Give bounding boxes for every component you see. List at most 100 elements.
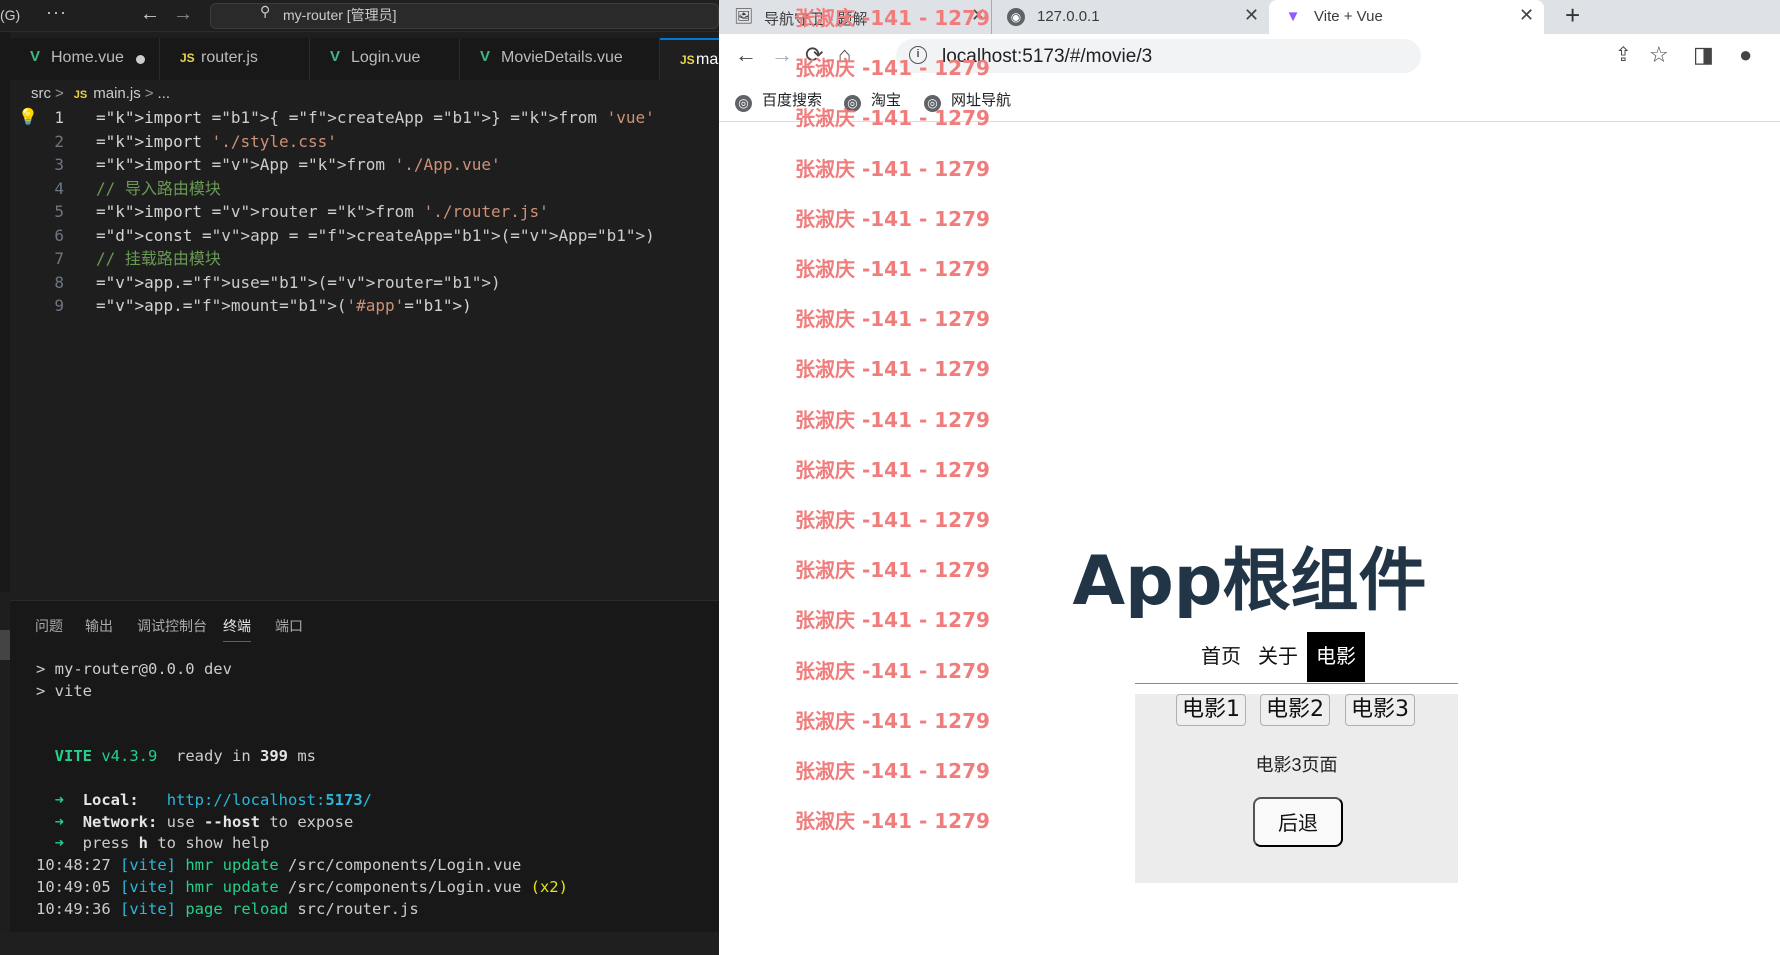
command-center-label: my-router [管理员] (283, 7, 397, 23)
line-number: 2 (54, 131, 64, 151)
terminal-line: VITE v4.3.9 ready in 399 ms (54, 747, 316, 766)
line-number: 7 (54, 249, 64, 268)
tab-main-js[interactable]: JS ma (660, 38, 719, 80)
terminal-line: ➜ Local: http://localhost:5173/ (54, 790, 372, 809)
js-file-icon: JS (73, 89, 88, 101)
movie-1-button[interactable]: 电影1 (1176, 694, 1246, 726)
editor-tabs: V Home.vue JS router.js V Login.vue V Mo… (10, 38, 719, 80)
tab-login-vue[interactable]: V Login.vue (310, 38, 460, 80)
watermark-text: 张淑庆 -141 - 1279 (795, 206, 990, 231)
movie-2-button[interactable]: 电影2 (1260, 694, 1330, 726)
code-line[interactable]: 2 ="k">import './style.css' (0, 130, 719, 154)
watermark-text: 张淑庆 -141 - 1279 (795, 708, 990, 733)
code-text: ="k">import ="b1">{ ="f">createApp ="b1"… (96, 108, 655, 127)
close-icon[interactable]: ✕ (1519, 5, 1534, 26)
line-number: 5 (54, 202, 64, 221)
back-arrow-icon[interactable]: ← (735, 42, 757, 68)
tab-router-js[interactable]: JS router.js (160, 38, 310, 80)
unsaved-dot-icon[interactable] (136, 55, 145, 64)
watermark-text: 张淑庆 -141 - 1279 (795, 658, 990, 683)
panel-sash[interactable] (0, 630, 10, 660)
terminal-output[interactable]: > my-router@0.0.0 dev > vite VITE v4.3.9 … (36, 659, 568, 921)
tab-label: ma (696, 51, 719, 68)
panel-tab-ports[interactable]: 端口 (275, 616, 303, 636)
code-line[interactable]: 9 ="v">app.="f">mount="b1">('#app'="b1">) (0, 294, 719, 318)
web-page: 张淑庆 -141 - 1279 张淑庆 -141 - 1279 张淑庆 -141 -… (719, 6, 1780, 955)
chevron-right-icon: > (144, 85, 154, 102)
more-menu-icon[interactable]: ··· (46, 2, 67, 23)
terminal-line: 10:48:27 [vite] hmr update /src/componen… (36, 856, 522, 875)
watermark-text: 张淑庆 -141 - 1279 (795, 56, 990, 81)
js-file-icon: JS (180, 51, 195, 65)
status-bar (0, 932, 719, 955)
breadcrumb-symbol[interactable]: ... (158, 85, 171, 102)
movie-3-button[interactable]: 电影3 (1345, 694, 1415, 726)
vue-file-icon: V (480, 48, 491, 65)
close-icon[interactable]: ✕ (1244, 5, 1259, 26)
code-line[interactable]: 8 ="v">app.="f">use="b1">(="v">router="b1… (0, 271, 719, 295)
code-line[interactable]: 1 ="k">import ="b1">{ ="f">createApp ="b1… (0, 106, 719, 130)
code-text: ="k">import './style.css' (96, 131, 337, 151)
tab-label: MovieDetails.vue (501, 49, 623, 66)
tab-home-vue[interactable]: V Home.vue (10, 38, 160, 80)
browser-window: 🖼 导航守卫 - 题解 ✕ ◉ 127.0.0.1 ✕ ▼ Vite + Vue… (719, 0, 1780, 955)
new-tab-plus-icon[interactable]: + (1565, 0, 1580, 31)
forward-arrow-icon[interactable]: → (173, 3, 193, 26)
browser-tab-vite-vue[interactable]: ▼ Vite + Vue ✕ (1269, 0, 1544, 34)
puzzle-favicon: 🖼 (734, 8, 754, 25)
nav-link-movie[interactable]: 电影 (1307, 632, 1365, 682)
panel-tab-terminal[interactable]: 终端 (223, 616, 251, 642)
side-panel-icon[interactable]: ◨ (1693, 42, 1714, 68)
bookmark-star-icon[interactable]: ☆ (1649, 42, 1669, 68)
watermark-text: 张淑庆 -141 - 1279 (795, 357, 990, 382)
menu-go[interactable]: (G) (0, 7, 20, 23)
watermark-text: 张淑庆 -141 - 1279 (795, 257, 990, 281)
code-line[interactable]: 7 // 挂载路由模块 (0, 247, 719, 271)
panel-tab-output[interactable]: 输出 (85, 616, 113, 636)
breadcrumb: src > JS main.js >... (31, 85, 170, 102)
code-line[interactable]: 5 ="k">import ="v">router ="k">from './ro… (0, 200, 719, 224)
tab-label: Login.vue (351, 49, 421, 66)
panel-tab-debug-console[interactable]: 调试控制台 (137, 616, 207, 636)
code-editor[interactable]: 1 ="k">import ="b1">{ ="f">createApp ="b1… (0, 106, 719, 318)
breadcrumb-folder[interactable]: src (31, 85, 51, 102)
terminal-line: 10:49:36 [vite] page reload src/router.j… (36, 899, 419, 918)
watermark-text: 张淑庆 -141 - 1279 (795, 809, 990, 834)
line-number: 4 (54, 178, 64, 198)
watermark-text: 张淑庆 -141 - 1279 (795, 407, 990, 432)
watermark-text: 张淑庆 -141 - 1279 (795, 156, 990, 181)
tab-label: router.js (201, 49, 258, 66)
watermark-text: 张淑庆 -141 - 1279 (795, 307, 990, 332)
browser-tab-title: Vite + Vue (1314, 8, 1383, 25)
forward-arrow-icon[interactable]: → (771, 42, 793, 68)
share-icon[interactable]: ⇪ (1615, 42, 1632, 67)
breadcrumb-file[interactable]: main.js (93, 85, 141, 102)
movie-page-text: 电影3页面 (1255, 755, 1338, 775)
panel-tab-problems[interactable]: 问题 (35, 616, 63, 636)
line-number: 8 (54, 272, 64, 292)
code-text: // 导入路由模块 (96, 178, 221, 198)
line-number: 6 (54, 225, 64, 245)
code-text: ="v">app.="f">mount="b1">('#app'="b1">) (96, 296, 472, 315)
vscode-window: (G) ··· ← → ⚲ my-router [管理员] V Home.vue… (0, 0, 719, 955)
page-title: App根组件 (1072, 542, 1427, 621)
js-file-icon: JS (680, 53, 695, 67)
watermark-text: 张淑庆 -141 - 1279 (795, 106, 990, 131)
browser-tab-title: 127.0.0.1 (1037, 8, 1100, 25)
profile-avatar-icon[interactable]: ● (1739, 42, 1752, 68)
watermark-text: 张淑庆 -141 - 1279 (795, 457, 990, 482)
back-arrow-icon[interactable]: ← (140, 3, 160, 26)
code-line[interactable]: 4 // 导入路由模块 (0, 177, 719, 201)
code-line[interactable]: 6 ="d">const ="v">app = ="f">createApp="b… (0, 224, 719, 248)
back-button[interactable]: 后退 (1253, 797, 1343, 847)
nav-link-about[interactable]: 关于 (1250, 632, 1306, 682)
tab-moviedetails-vue[interactable]: V MovieDetails.vue (460, 38, 660, 80)
watermark-text: 张淑庆 -141 - 1279 (795, 6, 990, 30)
browser-tab-localhost-ip[interactable]: ◉ 127.0.0.1 ✕ (991, 0, 1269, 34)
globe-icon: ◎ (735, 95, 752, 112)
nav-link-home[interactable]: 首页 (1193, 632, 1249, 682)
code-line[interactable]: 3 ="k">import ="v">App ="k">from './App.v… (0, 153, 719, 177)
